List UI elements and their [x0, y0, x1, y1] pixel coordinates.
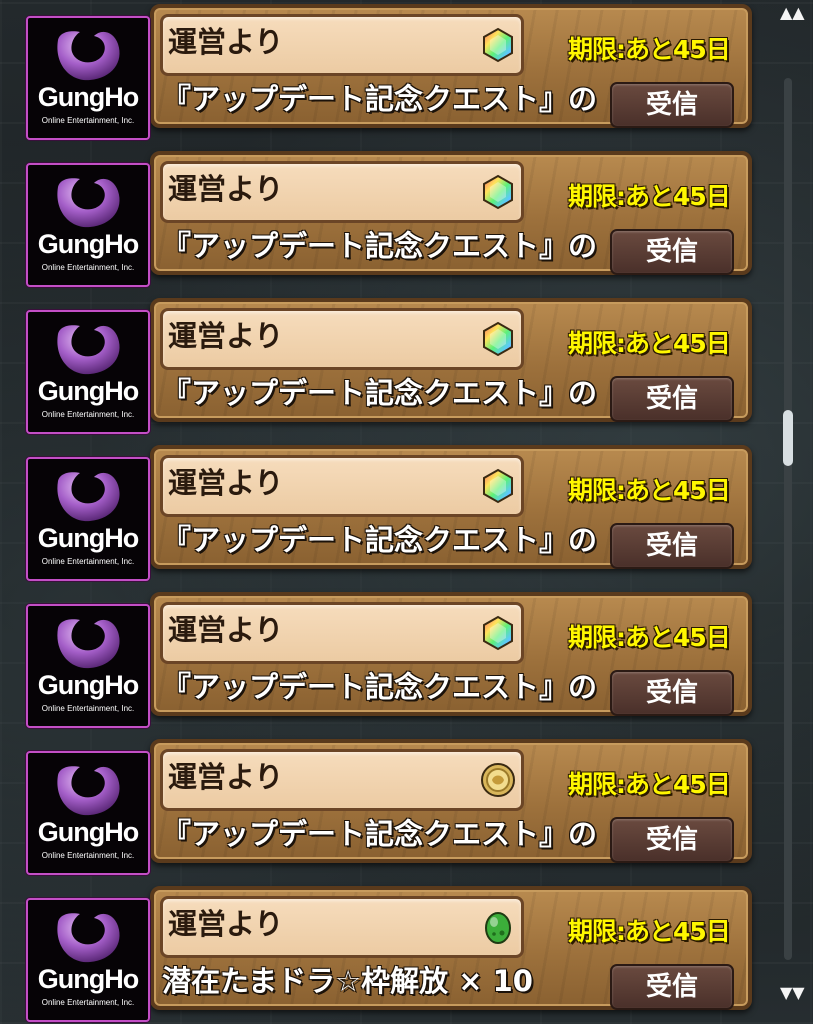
expiry-label: 期限:あと45日	[568, 329, 731, 358]
receive-button[interactable]: 受信	[610, 82, 734, 128]
mail-item[interactable]: GungHo Online Entertainment, Inc. 運営より 期…	[0, 588, 770, 728]
expiry-label: 期限:あと45日	[568, 917, 731, 946]
brand-name: GungHo	[37, 817, 139, 847]
scroll-track[interactable]	[784, 78, 792, 960]
mail-message: 『アップデート記念クエスト』の	[162, 670, 598, 704]
mail-message: 『アップデート記念クエスト』の	[162, 82, 598, 116]
brand-subtitle: Online Entertainment, Inc.	[41, 263, 135, 272]
receive-button[interactable]: 受信	[610, 670, 734, 716]
expiry-label: 期限:あと45日	[568, 182, 731, 211]
sender-avatar: GungHo Online Entertainment, Inc.	[26, 898, 150, 1022]
mail-message: 『アップデート記念クエスト』の	[162, 523, 598, 557]
sender-label: 運営より	[168, 907, 284, 941]
mail-item[interactable]: GungHo Online Entertainment, Inc. 運営より 期…	[0, 0, 770, 140]
mail-message: 『アップデート記念クエスト』の	[162, 817, 598, 851]
receive-button[interactable]: 受信	[610, 964, 734, 1010]
gungho-logo-icon	[57, 325, 120, 375]
brand-subtitle: Online Entertainment, Inc.	[41, 410, 135, 419]
gungho-logo-icon	[57, 766, 120, 816]
mail-message: 潜在たまドラ☆枠解放 × 10	[162, 964, 533, 998]
sender-avatar: GungHo Online Entertainment, Inc.	[26, 751, 150, 875]
receive-button[interactable]: 受信	[610, 376, 734, 422]
receive-button[interactable]: 受信	[610, 523, 734, 569]
sender-label: 運営より	[168, 613, 284, 647]
sender-avatar: GungHo Online Entertainment, Inc.	[26, 163, 150, 287]
sender-avatar: GungHo Online Entertainment, Inc.	[26, 310, 150, 434]
mail-item[interactable]: GungHo Online Entertainment, Inc. 運営より 期…	[0, 882, 770, 1022]
green-egg-icon	[485, 912, 511, 944]
gungho-logo-icon	[57, 31, 120, 81]
brand-name: GungHo	[37, 376, 139, 406]
receive-button[interactable]: 受信	[610, 229, 734, 275]
mail-item[interactable]: GungHo Online Entertainment, Inc. 運営より 期…	[0, 147, 770, 287]
gungho-logo-icon	[57, 913, 120, 963]
rainbow-gem-icon	[483, 27, 513, 63]
gungho-logo-icon	[57, 472, 120, 522]
receive-button[interactable]: 受信	[610, 817, 734, 863]
sender-label: 運営より	[168, 172, 284, 206]
brand-name: GungHo	[37, 670, 139, 700]
sender-label: 運営より	[168, 466, 284, 500]
rainbow-gem-icon	[483, 321, 513, 357]
sender-label: 運営より	[168, 319, 284, 353]
gungho-logo-icon	[57, 178, 120, 228]
mail-message: 『アップデート記念クエスト』の	[162, 376, 598, 410]
sender-avatar: GungHo Online Entertainment, Inc.	[26, 16, 150, 140]
rainbow-gem-icon	[483, 615, 513, 651]
sender-label: 運営より	[168, 760, 284, 794]
gungho-logo-icon	[57, 619, 120, 669]
brand-subtitle: Online Entertainment, Inc.	[41, 998, 135, 1007]
brand-subtitle: Online Entertainment, Inc.	[41, 704, 135, 713]
sender-avatar: GungHo Online Entertainment, Inc.	[26, 457, 150, 581]
brand-subtitle: Online Entertainment, Inc.	[41, 116, 135, 125]
brand-name: GungHo	[37, 523, 139, 553]
sender-label: 運営より	[168, 25, 284, 59]
rainbow-gem-icon	[483, 468, 513, 504]
brand-subtitle: Online Entertainment, Inc.	[41, 557, 135, 566]
brand-subtitle: Online Entertainment, Inc.	[41, 851, 135, 860]
expiry-label: 期限:あと45日	[568, 770, 731, 799]
gold-coin-icon	[481, 763, 515, 797]
mail-message: 『アップデート記念クエスト』の	[162, 229, 598, 263]
sender-avatar: GungHo Online Entertainment, Inc.	[26, 604, 150, 728]
mail-list: GungHo Online Entertainment, Inc. 運営より 期…	[0, 0, 770, 1024]
brand-name: GungHo	[37, 82, 139, 112]
expiry-label: 期限:あと45日	[568, 476, 731, 505]
brand-name: GungHo	[37, 964, 139, 994]
scroll-thumb[interactable]	[783, 410, 793, 466]
double-up-arrow-icon[interactable]: ▲▲	[780, 5, 805, 21]
mail-item[interactable]: GungHo Online Entertainment, Inc. 運営より 期…	[0, 735, 770, 875]
rainbow-gem-icon	[483, 174, 513, 210]
mail-item[interactable]: GungHo Online Entertainment, Inc. 運営より 期…	[0, 441, 770, 581]
expiry-label: 期限:あと45日	[568, 35, 731, 64]
brand-name: GungHo	[37, 229, 139, 259]
mail-item[interactable]: GungHo Online Entertainment, Inc. 運営より 期…	[0, 294, 770, 434]
expiry-label: 期限:あと45日	[568, 623, 731, 652]
double-down-arrow-icon[interactable]: ▼▼	[780, 985, 805, 1001]
